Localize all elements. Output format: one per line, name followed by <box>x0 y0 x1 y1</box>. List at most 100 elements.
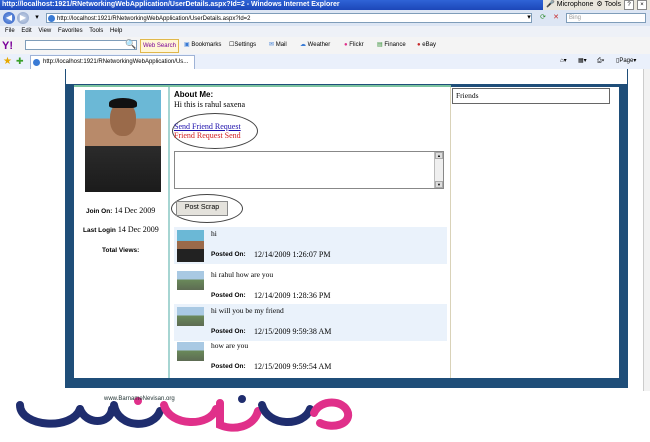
mail-button[interactable]: ✉ Mail <box>269 40 287 50</box>
finance-label: Finance <box>384 42 406 48</box>
window-title-bar: http://localhost:1921/RNetworkingWebAppl… <box>0 0 650 10</box>
scrap-date: 12/14/2009 1:26:07 PM <box>254 250 331 259</box>
flickr-button[interactable]: ● Flickr <box>344 40 364 50</box>
scrap-message: hi will you be my friend <box>211 306 284 315</box>
weather-button[interactable]: ☁ Weather <box>300 40 330 50</box>
address-dropdown[interactable]: ▾ <box>524 13 534 23</box>
ebay-label: eBay <box>422 42 436 48</box>
main-column: About Me: Hi this is rahul saxena Send F… <box>170 87 451 378</box>
finance-button[interactable]: ▤ Finance <box>377 40 406 50</box>
page-scrollbar[interactable] <box>643 69 650 391</box>
close-window-button[interactable]: × <box>637 0 647 10</box>
feeds-icon[interactable]: ▦▾ <box>578 57 587 66</box>
finance-icon: ▤ <box>377 42 383 48</box>
weather-label: Weather <box>307 42 331 48</box>
total-views-label: Total Views: <box>102 247 140 254</box>
address-input[interactable]: http://localhost:1921/RNetworkingWebAppl… <box>46 13 532 23</box>
print-icon[interactable]: ⎙▾ <box>597 57 604 66</box>
web-search-button[interactable]: Web Search <box>140 39 179 53</box>
avatar-hair <box>109 98 137 108</box>
back-arrow-icon: ◀ <box>5 13 13 22</box>
last-login-label: Last Login <box>83 227 116 234</box>
scrap-message: hi rahul how are you <box>211 270 274 279</box>
yahoo-logo[interactable]: Y! <box>2 40 13 52</box>
friends-panel: Friends <box>452 88 610 104</box>
bookmarks-label: Bookmarks <box>191 42 222 48</box>
scrap-message: how are you <box>211 341 249 350</box>
settings-button[interactable]: ☐Settings <box>229 40 256 50</box>
menu-view[interactable]: View <box>38 28 51 34</box>
menu-help[interactable]: Help <box>110 28 122 34</box>
chevron-down-icon: ▾ <box>35 14 39 21</box>
bookmarks-button[interactable]: ▣ Bookmarks <box>184 40 221 50</box>
settings-label: Settings <box>234 42 257 48</box>
watermark-site: www.BarnameNevisan.org <box>104 396 175 402</box>
scrap-date: 12/14/2009 1:28:36 PM <box>254 291 331 300</box>
scrap-item: hi Posted On: 12/14/2009 1:26:07 PM <box>174 227 447 264</box>
yahoo-search-input[interactable] <box>25 40 137 50</box>
scrap-avatar <box>177 230 204 262</box>
send-friend-request-link[interactable]: Send Friend Request <box>174 122 241 131</box>
tab-title: http://localhost:1921/RNetworkingWebAppl… <box>43 59 189 65</box>
scrap-message: hi <box>211 229 217 238</box>
menu-favorites[interactable]: Favorites <box>58 28 83 34</box>
ie-page-icon <box>33 59 40 66</box>
content-top-border <box>74 85 451 87</box>
friend-request-status: Friend Request Send <box>174 131 241 140</box>
search-icon[interactable]: 🔍 <box>125 39 136 50</box>
favorites-star-icon[interactable]: ★ <box>3 56 12 67</box>
tray-area: 🎤 Microphone ⚙ Tools ? × <box>543 0 650 10</box>
join-info: Join On: 14 Dec 2009 <box>86 206 155 215</box>
scroll-up-icon[interactable]: ▲ <box>435 152 443 159</box>
help-button[interactable]: ? <box>624 0 634 10</box>
page-menu-button[interactable]: ▯Page▾ <box>616 57 636 66</box>
scrap-date: 12/15/2009 9:59:38 AM <box>254 327 332 336</box>
history-dropdown[interactable]: ▾ <box>32 13 42 23</box>
ebay-button[interactable]: ● eBay <box>417 40 436 50</box>
profile-column: Join On: 14 Dec 2009 Last Login 14 Dec 2… <box>74 87 170 378</box>
microphone-button[interactable]: 🎤 Microphone <box>546 0 593 10</box>
page-header-strip <box>65 69 628 84</box>
chevron-down-icon: ▾ <box>527 14 531 21</box>
bookmarks-icon: ▣ <box>184 42 190 48</box>
scrap-textarea[interactable]: ▲ ▼ <box>174 151 444 189</box>
scrap-item: hi will you be my friend Posted On: 12/1… <box>174 304 447 341</box>
scroll-down-icon[interactable]: ▼ <box>435 181 443 188</box>
ie-page-icon <box>48 15 55 22</box>
scrap-posted-label: Posted On: <box>211 251 246 258</box>
ebay-icon: ● <box>417 42 421 48</box>
scrap-posted-label: Posted On: <box>211 363 246 370</box>
post-scrap-button[interactable]: Post Scrap <box>176 201 228 216</box>
weather-icon: ☁ <box>300 42 306 48</box>
home-icon[interactable]: ⌂▾ <box>560 57 567 66</box>
back-button[interactable]: ◀ <box>3 12 15 24</box>
about-title: About Me: <box>174 90 214 99</box>
menu-tools[interactable]: Tools <box>89 28 103 34</box>
total-views-info: Total Views: <box>102 245 139 254</box>
page-content: Join On: 14 Dec 2009 Last Login 14 Dec 2… <box>74 87 619 378</box>
refresh-button[interactable]: ⟳ <box>538 13 548 23</box>
tab-active[interactable]: http://localhost:1921/RNetworkingWebAppl… <box>30 55 195 69</box>
microphone-icon: 🎤 <box>546 1 555 8</box>
menu-edit[interactable]: Edit <box>21 28 31 34</box>
forward-arrow-icon: ▶ <box>19 13 27 22</box>
logo-graphic <box>16 395 353 432</box>
flickr-icon: ● <box>344 42 348 48</box>
address-url: http://localhost:1921/RNetworkingWebAppl… <box>57 16 251 22</box>
address-toolbar: ◀ ▶ ▾ http://localhost:1921/RNetworkingW… <box>0 10 650 26</box>
search-input[interactable]: Bing <box>566 13 646 23</box>
tools-button[interactable]: ⚙ Tools <box>596 0 621 10</box>
scrap-posted-label: Posted On: <box>211 328 246 335</box>
add-favorite-icon[interactable]: ✚ <box>16 56 24 67</box>
menu-file[interactable]: File <box>5 28 15 34</box>
textarea-scrollbar[interactable]: ▲ ▼ <box>434 152 443 188</box>
tools-label: Tools <box>604 1 621 8</box>
stop-button[interactable]: ✕ <box>551 13 561 23</box>
scrap-item: how are you Posted On: 12/15/2009 9:59:5… <box>174 339 447 376</box>
microphone-label: Microphone <box>556 1 594 8</box>
scrap-posted-label: Posted On: <box>211 292 246 299</box>
forward-button[interactable]: ▶ <box>17 12 29 24</box>
about-text: Hi this is rahul saxena <box>174 100 246 109</box>
profile-avatar <box>85 90 161 192</box>
scrap-avatar <box>177 342 204 361</box>
